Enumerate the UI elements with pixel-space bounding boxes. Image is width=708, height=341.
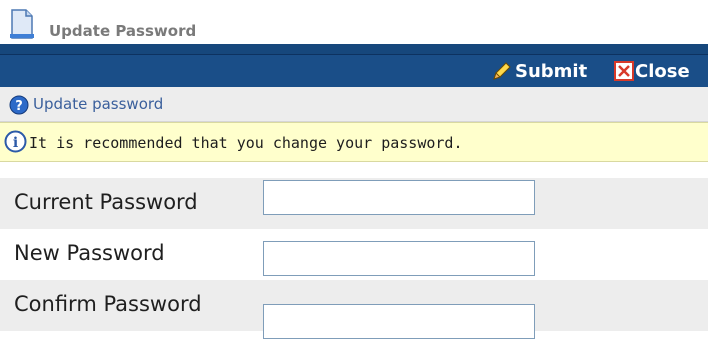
new-password-label: New Password [14,241,165,265]
help-bar: ? Update password [0,87,708,122]
new-password-row: New Password [0,229,708,280]
confirm-password-label: Confirm Password [14,292,202,316]
confirm-password-row: Confirm Password [0,280,708,339]
confirm-password-input[interactable] [263,304,535,339]
current-password-label: Current Password [14,190,198,214]
current-password-row: Current Password [0,178,708,229]
close-box-icon [614,61,634,81]
pencil-icon [493,62,511,80]
new-password-input[interactable] [263,241,535,276]
document-icon [10,9,34,39]
help-link[interactable]: Update password [33,95,163,113]
close-button[interactable]: Close [614,55,690,87]
close-label: Close [635,60,690,82]
svg-text:i: i [13,135,18,151]
info-icon: i [4,130,27,153]
toolbar: Submit Close [0,54,708,87]
toolbar-strip [0,44,708,54]
notice-text: It is recommended that you change your p… [29,134,463,152]
notice-banner: i It is recommended that you change your… [0,122,708,162]
help-question-icon[interactable]: ? [9,95,29,115]
current-password-input[interactable] [263,180,535,215]
update-password-page: Update Password Submit Close ? Update pa… [0,0,708,341]
svg-text:?: ? [15,99,23,114]
submit-label: Submit [515,60,588,82]
page-title: Update Password [49,22,197,40]
submit-button[interactable]: Submit [490,55,587,87]
header: Update Password [0,0,708,44]
